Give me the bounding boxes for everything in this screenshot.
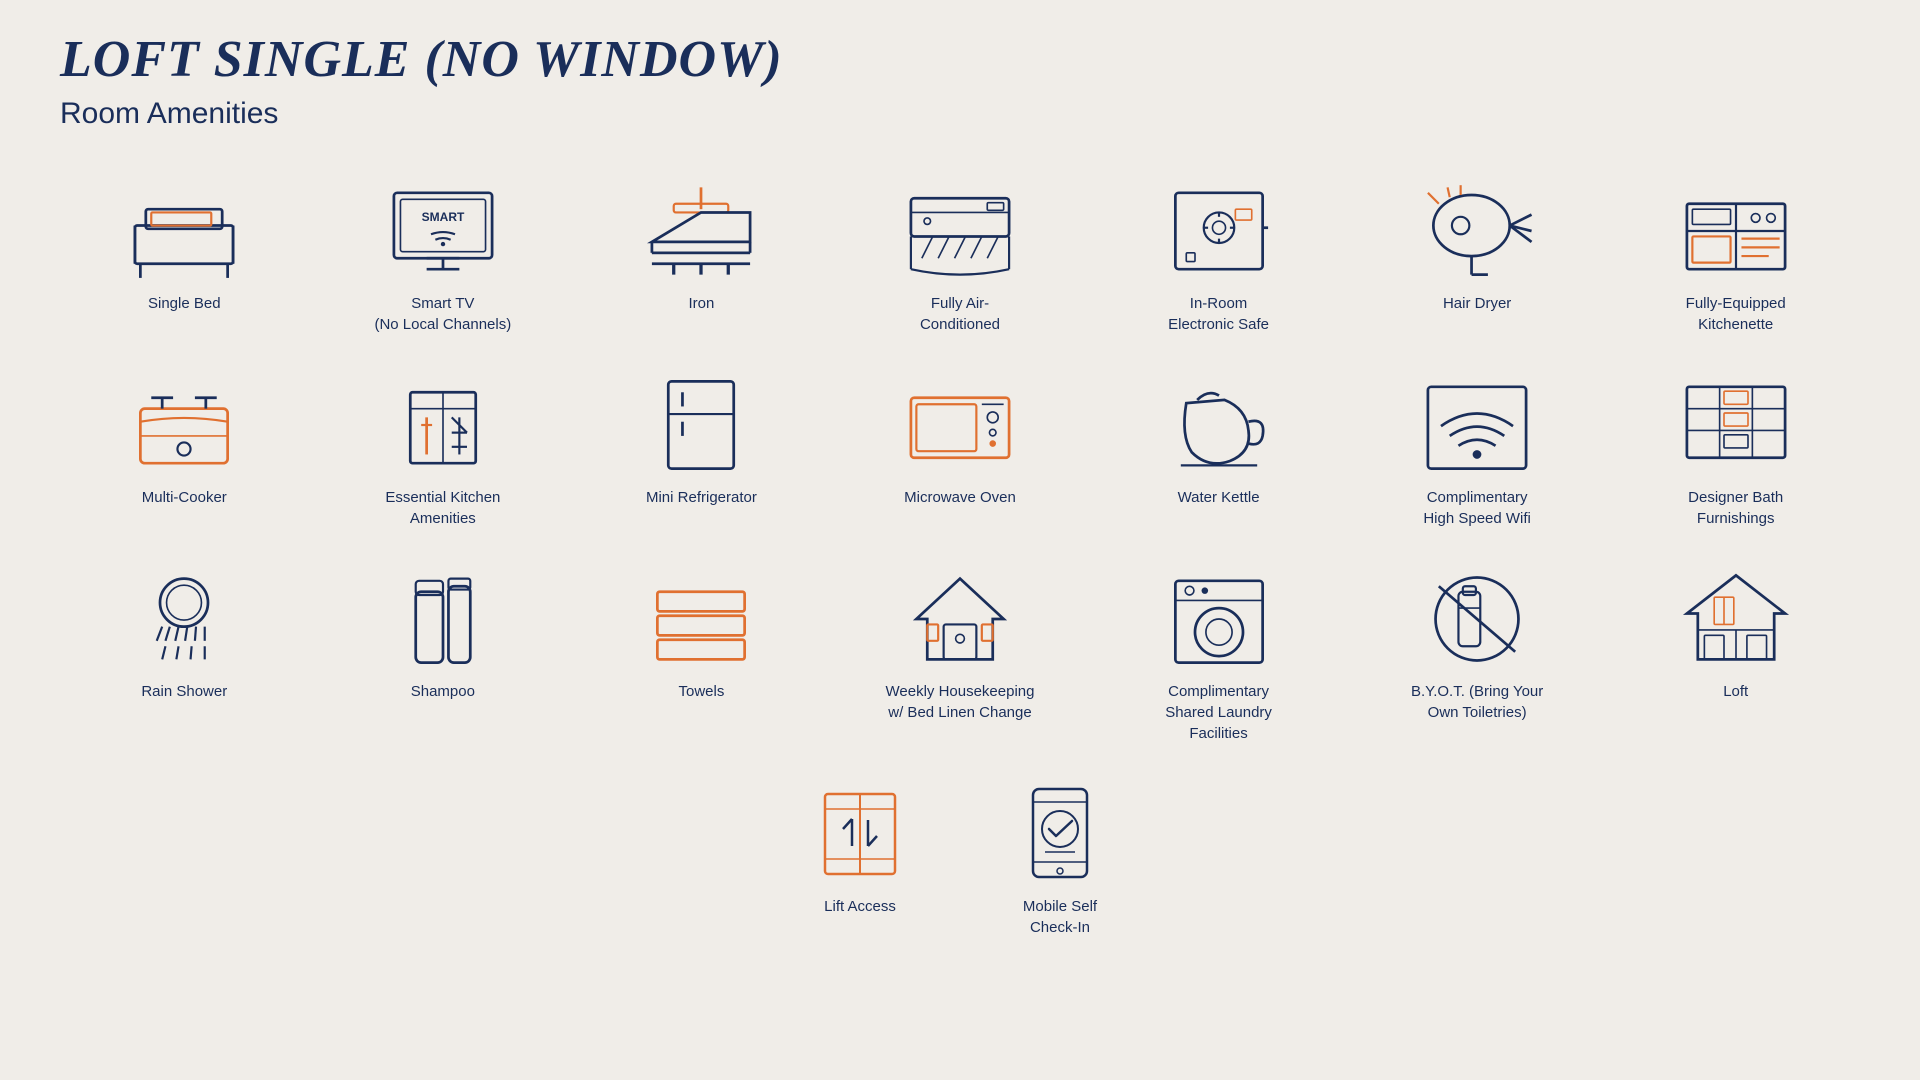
amenity-rain-shower: Rain Shower: [60, 559, 309, 754]
amenity-iron: Iron: [577, 171, 826, 345]
designer-bath-icon: [1676, 375, 1796, 475]
single-bed-icon: [124, 181, 244, 281]
smart-tv-label: Smart TV(No Local Channels): [374, 293, 511, 335]
kitchen-amenities-label: Essential KitchenAmenities: [385, 487, 500, 529]
air-conditioned-label: Fully Air-Conditioned: [920, 293, 1000, 335]
svg-text:SMART: SMART: [422, 210, 465, 224]
amenity-towels: Towels: [577, 559, 826, 754]
amenity-mini-refrigerator: Mini Refrigerator: [577, 365, 826, 539]
smart-tv-icon: SMART: [383, 181, 503, 281]
amenity-loft: Loft: [1611, 559, 1860, 754]
water-kettle-icon: [1159, 375, 1279, 475]
amenity-water-kettle: Water Kettle: [1094, 365, 1343, 539]
microwave-oven-label: Microwave Oven: [904, 487, 1016, 508]
loft-icon: [1676, 569, 1796, 669]
amenity-multi-cooker: Multi-Cooker: [60, 365, 309, 539]
lift-access-icon: [800, 784, 920, 884]
kitchenette-icon: [1676, 181, 1796, 281]
amenity-smart-tv: SMART Smart TV(No Local Channels): [319, 171, 568, 345]
amenity-laundry: ComplimentaryShared LaundryFacilities: [1094, 559, 1343, 754]
wifi-icon: [1417, 375, 1537, 475]
amenity-kitchen-amenities: Essential KitchenAmenities: [319, 365, 568, 539]
shampoo-label: Shampoo: [411, 681, 475, 702]
wifi-label: ComplimentaryHigh Speed Wifi: [1423, 487, 1531, 529]
amenity-electronic-safe: In-RoomElectronic Safe: [1094, 171, 1343, 345]
towels-icon: [641, 569, 761, 669]
amenity-single-bed: Single Bed: [60, 171, 309, 345]
page-title: LOFT SINGLE (NO WINDOW): [60, 30, 1860, 89]
air-conditioned-icon: [900, 181, 1020, 281]
amenity-mobile-checkin: Mobile SelfCheck-In: [990, 774, 1130, 948]
mobile-checkin-label: Mobile SelfCheck-In: [1023, 896, 1097, 938]
water-kettle-label: Water Kettle: [1178, 487, 1260, 508]
amenities-grid: Single Bed SMART Smart TV(No Local Chann…: [60, 171, 1860, 754]
rain-shower-icon: [124, 569, 244, 669]
laundry-label: ComplimentaryShared LaundryFacilities: [1165, 681, 1272, 744]
amenity-kitchenette: Fully-EquippedKitchenette: [1611, 171, 1860, 345]
amenity-wifi: ComplimentaryHigh Speed Wifi: [1353, 365, 1602, 539]
single-bed-label: Single Bed: [148, 293, 221, 314]
towels-label: Towels: [678, 681, 724, 702]
amenity-housekeeping: Weekly Housekeepingw/ Bed Linen Change: [836, 559, 1085, 754]
amenity-shampoo: Shampoo: [319, 559, 568, 754]
multi-cooker-label: Multi-Cooker: [142, 487, 227, 508]
amenity-air-conditioned: Fully Air-Conditioned: [836, 171, 1085, 345]
amenity-lift-access: Lift Access: [790, 774, 930, 948]
designer-bath-label: Designer BathFurnishings: [1688, 487, 1783, 529]
hair-dryer-icon: [1417, 181, 1537, 281]
electronic-safe-icon: [1159, 181, 1279, 281]
laundry-icon: [1159, 569, 1279, 669]
amenity-microwave-oven: Microwave Oven: [836, 365, 1085, 539]
mini-refrigerator-label: Mini Refrigerator: [646, 487, 757, 508]
shampoo-icon: [383, 569, 503, 669]
iron-icon: [641, 181, 761, 281]
kitchenette-label: Fully-EquippedKitchenette: [1686, 293, 1786, 335]
section-title: Room Amenities: [60, 97, 1860, 131]
mini-refrigerator-icon: [641, 375, 761, 475]
mobile-checkin-icon: [1000, 784, 1120, 884]
hair-dryer-label: Hair Dryer: [1443, 293, 1511, 314]
byot-label: B.Y.O.T. (Bring YourOwn Toiletries): [1411, 681, 1543, 723]
byot-icon: [1417, 569, 1537, 669]
multi-cooker-icon: [124, 375, 244, 475]
microwave-oven-icon: [900, 375, 1020, 475]
rain-shower-label: Rain Shower: [141, 681, 227, 702]
loft-label: Loft: [1723, 681, 1748, 702]
amenity-byot: B.Y.O.T. (Bring YourOwn Toiletries): [1353, 559, 1602, 754]
lift-access-label: Lift Access: [824, 896, 896, 917]
electronic-safe-label: In-RoomElectronic Safe: [1168, 293, 1269, 335]
iron-label: Iron: [688, 293, 714, 314]
kitchen-amenities-icon: [383, 375, 503, 475]
amenity-designer-bath: Designer BathFurnishings: [1611, 365, 1860, 539]
housekeeping-icon: [900, 569, 1020, 669]
bottom-amenities-row: Lift Access Mobile SelfCheck-In: [60, 774, 1860, 948]
amenity-hair-dryer: Hair Dryer: [1353, 171, 1602, 345]
housekeeping-label: Weekly Housekeepingw/ Bed Linen Change: [886, 681, 1035, 723]
